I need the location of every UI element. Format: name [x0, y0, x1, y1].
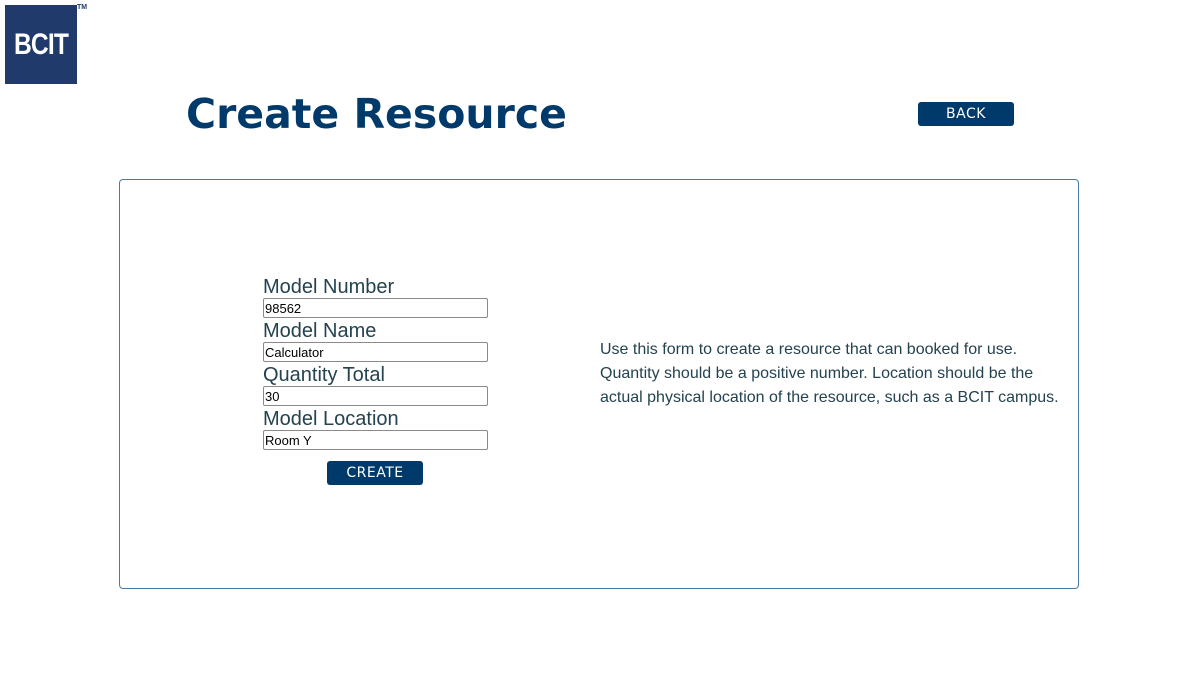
help-text: Use this form to create a resource that … — [600, 341, 1059, 406]
page: BCIT TM Create Resource BACK Model Numbe… — [0, 0, 1200, 700]
form-card: Model Number Model Name Quantity Total M… — [119, 179, 1079, 589]
create-resource-form: Model Number Model Name Quantity Total M… — [263, 276, 489, 452]
model-number-input[interactable] — [263, 298, 488, 318]
model-name-input[interactable] — [263, 342, 488, 362]
quantity-total-label: Quantity Total — [263, 364, 385, 386]
model-number-field: Model Number — [263, 276, 489, 318]
model-name-field: Model Name — [263, 320, 489, 362]
logo-text: BCIT — [13, 27, 69, 61]
create-button[interactable]: CREATE — [327, 461, 423, 485]
model-location-field: Model Location — [263, 408, 489, 450]
model-location-input[interactable] — [263, 430, 488, 450]
model-location-label: Model Location — [263, 408, 399, 430]
quantity-total-input[interactable] — [263, 386, 488, 406]
quantity-total-field: Quantity Total — [263, 364, 489, 406]
bcit-logo: BCIT — [5, 5, 77, 84]
trademark-mark: TM — [77, 4, 88, 11]
model-name-label: Model Name — [263, 320, 377, 342]
model-number-label: Model Number — [263, 276, 395, 298]
page-title: Create Resource — [186, 90, 567, 138]
back-button[interactable]: BACK — [918, 102, 1014, 126]
